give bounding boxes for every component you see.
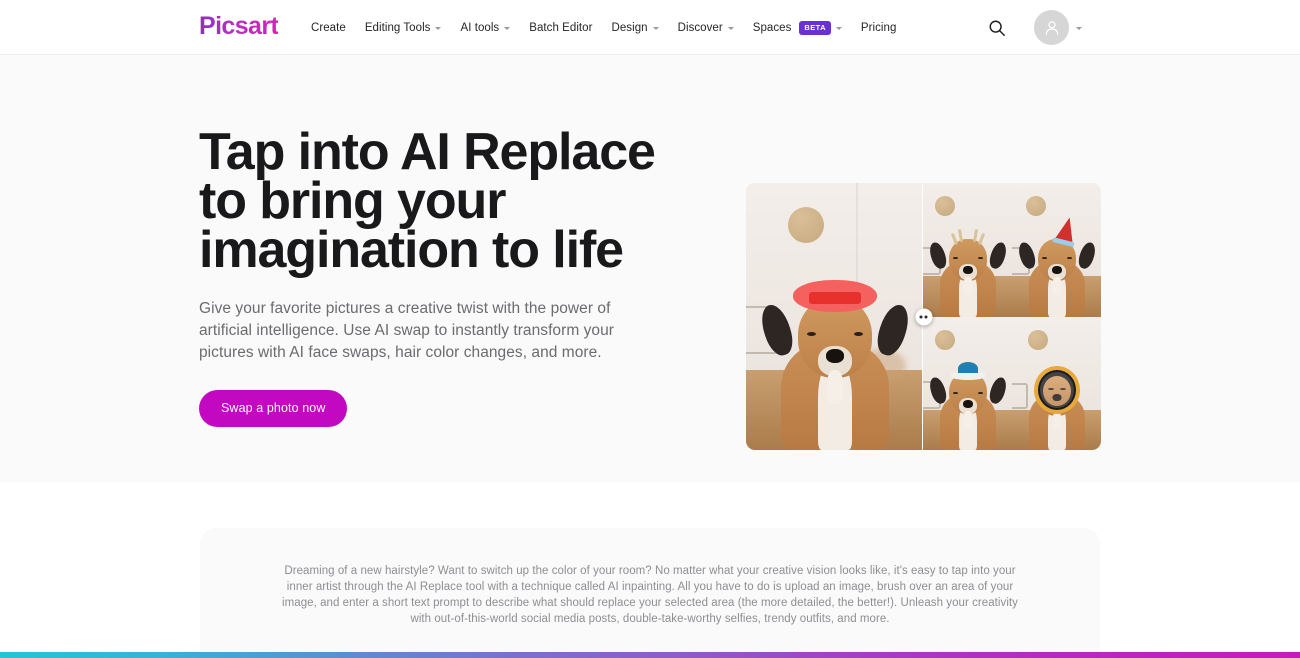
compare-slider-handle-icon[interactable] (915, 308, 932, 325)
before-after-comparison-image[interactable] (746, 183, 1101, 450)
nav-item-label: Create (311, 21, 346, 34)
avatar[interactable] (1034, 10, 1069, 45)
antlers-hat (950, 227, 985, 245)
search-icon[interactable] (988, 19, 1006, 37)
nav-item-label: Pricing (860, 21, 897, 34)
hero-copy: Tap into AI Replace to bring your imagin… (199, 123, 699, 427)
site-header: Picsart Create Editing Tools AI tools Ba… (0, 0, 1300, 55)
astronaut-helmet-hat (1033, 366, 1080, 416)
nav-item-design[interactable]: Design (612, 22, 659, 34)
party-hat (1051, 214, 1080, 248)
chevron-down-icon (727, 27, 734, 30)
bottom-gradient-bar (0, 652, 1300, 658)
chevron-down-icon (1076, 27, 1082, 30)
variant-astronaut-helmet (1012, 316, 1101, 450)
swap-a-photo-now-button[interactable]: Swap a photo now (199, 390, 348, 427)
hero-subtitle: Give your favorite pictures a creative t… (199, 300, 614, 361)
variant-party-hat (1012, 183, 1101, 317)
main-navigation: Create Editing Tools AI tools Batch Edit… (311, 0, 896, 55)
comparison-before-pane (746, 183, 923, 450)
blue-cap-hat (950, 362, 985, 380)
chevron-down-icon (504, 27, 511, 30)
info-card-paragraph: Dreaming of a new hairstyle? Want to swi… (282, 565, 1018, 625)
nav-item-batch-editor[interactable]: Batch Editor (529, 22, 592, 34)
nav-item-ai-tools[interactable]: AI tools (460, 21, 511, 34)
info-card: Dreaming of a new hairstyle? Want to swi… (200, 528, 1100, 658)
picsart-logo[interactable]: Picsart (199, 14, 279, 39)
dog-subject (756, 250, 913, 450)
nav-item-label: Discover (677, 21, 723, 34)
page-title: Tap into AI Replace to bring your imagin… (199, 123, 656, 279)
hero-section: Tap into AI Replace to bring your imagin… (0, 55, 1300, 482)
chevron-down-icon (835, 27, 842, 30)
variant-antlers (923, 183, 1012, 317)
chevron-down-icon (652, 27, 659, 30)
comparison-after-pane (923, 183, 1101, 450)
beta-badge: BETA (799, 20, 831, 35)
nav-item-label: Design (611, 21, 648, 34)
variant-blue-cap (923, 316, 1012, 450)
account-menu[interactable] (1034, 10, 1082, 45)
header-actions (988, 0, 1082, 55)
page-root: Picsart Create Editing Tools AI tools Ba… (0, 0, 1300, 658)
nav-item-label: AI tools (460, 21, 500, 34)
nav-item-editing-tools[interactable]: Editing Tools (365, 22, 442, 34)
nav-item-label: Batch Editor (529, 21, 593, 34)
nav-item-spaces[interactable]: Spaces BETA (752, 20, 842, 35)
nav-item-label: Editing Tools (364, 21, 431, 34)
nav-item-discover[interactable]: Discover (678, 22, 734, 34)
user-avatar-icon (1045, 20, 1058, 35)
chevron-down-icon (435, 27, 442, 30)
nav-item-pricing[interactable]: Pricing (861, 22, 897, 34)
nav-item-label: Spaces (752, 21, 792, 34)
nav-item-create[interactable]: Create (311, 22, 346, 34)
